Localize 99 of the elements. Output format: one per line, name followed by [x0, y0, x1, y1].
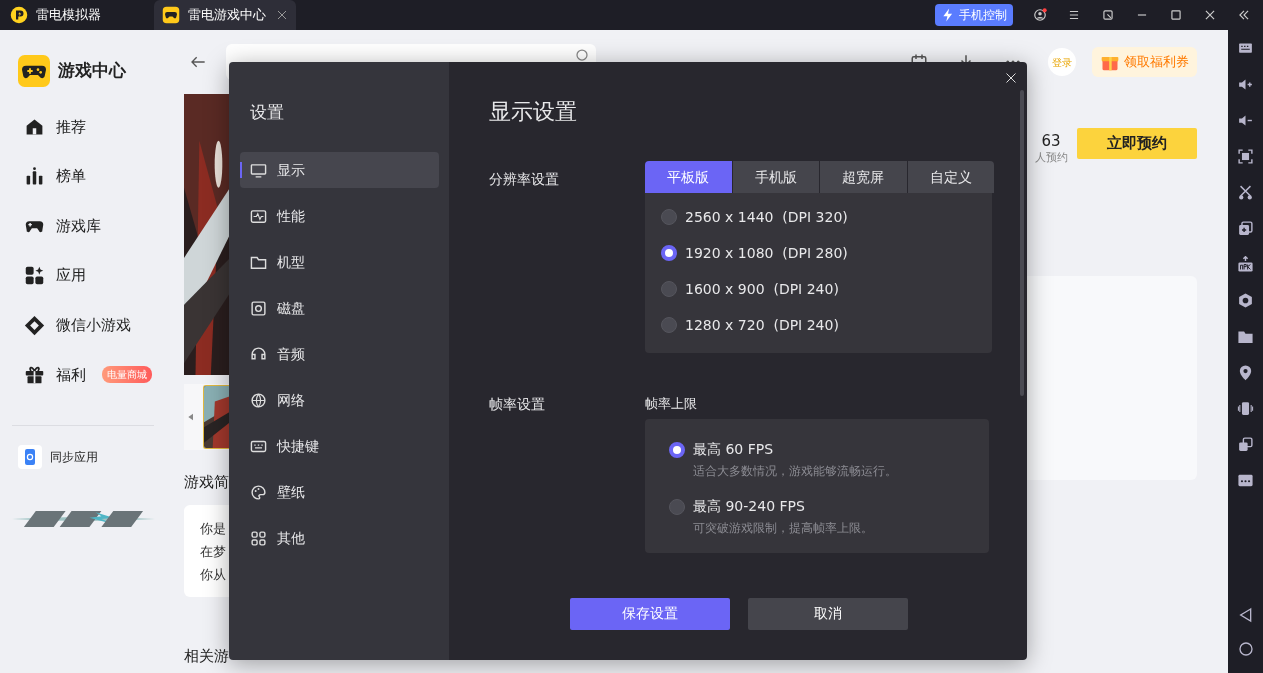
setting-label: 帧率设置: [489, 395, 546, 414]
app-logo-icon: [10, 6, 28, 24]
settings-menu-item[interactable]: 显示: [240, 152, 439, 188]
settings-menu-item[interactable]: 性能: [240, 198, 439, 234]
settings-menu-item[interactable]: 快捷键: [240, 428, 439, 464]
nav-label: 福利: [56, 364, 86, 386]
radio-button[interactable]: [661, 281, 677, 297]
nav-item[interactable]: 福利 电量商城: [0, 349, 170, 400]
app-name: 雷电模拟器: [36, 6, 102, 25]
option-label: 最高 90-240 FPS: [693, 496, 806, 516]
nav-item[interactable]: 应用: [0, 250, 170, 301]
bolt-icon: [941, 8, 955, 22]
intro-text: 你从: [200, 566, 227, 584]
cancel-button[interactable]: 取消: [748, 597, 908, 630]
globe-icon: [250, 391, 267, 409]
close-icon[interactable]: [1203, 8, 1217, 22]
nav-label: 游戏库: [56, 215, 101, 237]
nav-label: 应用: [56, 265, 86, 287]
apk-icon[interactable]: [1237, 256, 1254, 273]
resolution-tab[interactable]: 手机版: [732, 161, 819, 193]
fullscreen-icon[interactable]: [1237, 148, 1254, 165]
option-description: 可突破游戏限制，提高帧率上限。: [693, 519, 873, 537]
scroll-left-icon[interactable]: [187, 413, 195, 421]
more-icon[interactable]: [1237, 472, 1254, 489]
radio-button[interactable]: [661, 209, 677, 225]
option-label: 最高 60 FPS: [693, 439, 775, 459]
option-description: 适合大多数情况，游戏能够流畅运行。: [693, 462, 897, 480]
sidebar-title: 游戏中心: [58, 58, 126, 82]
nav-label: 推荐: [56, 116, 86, 138]
search-icon: [576, 49, 588, 61]
maximize-icon[interactable]: [1169, 8, 1183, 22]
sync-app-link[interactable]: 同步应用: [0, 425, 170, 469]
settings-menu-item[interactable]: 音频: [240, 336, 439, 372]
dialog-title: 设置: [250, 101, 285, 124]
nav-item[interactable]: 微信小游戏: [0, 300, 170, 350]
menu-icon[interactable]: [1067, 8, 1081, 22]
phone-control-button[interactable]: 手机控制: [935, 4, 1013, 26]
section-heading: 游戏简: [184, 472, 230, 493]
resolution-option[interactable]: 1600 x 900 (DPI 240): [661, 271, 992, 307]
frame-rate-option[interactable]: 最高 90-240 FPS 可突破游戏限制，提高帧率上限。: [669, 495, 989, 537]
vibrate-icon[interactable]: [1237, 400, 1254, 417]
gamepad-logo-icon: [18, 54, 50, 87]
resolution-tab[interactable]: 平板版: [645, 161, 732, 193]
sync-phone-icon: [18, 444, 42, 469]
tab-label: 雷电游戏中心: [188, 6, 267, 25]
settings-menu-item[interactable]: 网络: [240, 382, 439, 418]
home-circle-icon[interactable]: [1237, 641, 1254, 657]
user-icon[interactable]: [1033, 8, 1047, 22]
resolution-option[interactable]: 1280 x 720 (DPI 240): [661, 307, 992, 343]
settings-menu-item[interactable]: 磁盘: [240, 290, 439, 326]
scrollbar[interactable]: [1020, 90, 1024, 396]
radio-button[interactable]: [669, 441, 685, 458]
reserve-count: 63: [1041, 132, 1061, 150]
location-icon[interactable]: [1237, 364, 1254, 381]
radio-button[interactable]: [661, 317, 677, 333]
nav-item[interactable]: 推荐: [0, 102, 170, 152]
resolution-tab[interactable]: 超宽屏: [820, 161, 907, 193]
close-icon[interactable]: [276, 9, 288, 21]
dialog-heading: 显示设置: [489, 98, 578, 126]
gift-icon: [24, 364, 45, 386]
collapse-icon[interactable]: [1237, 8, 1251, 22]
intro-text: 你是: [200, 520, 227, 538]
save-button[interactable]: 保存设置: [570, 597, 730, 630]
settings-menu-item[interactable]: 其他: [240, 520, 439, 556]
grid-icon: [250, 529, 267, 547]
pulse-icon: [250, 207, 267, 225]
section-heading: 相关游: [184, 646, 230, 667]
intro-text: 在梦: [200, 543, 227, 561]
nav-label: 微信小游戏: [56, 314, 131, 336]
reserve-button[interactable]: 立即预约: [1077, 128, 1197, 159]
nav-item[interactable]: 榜单: [0, 151, 170, 202]
radio-button[interactable]: [669, 498, 685, 515]
back-arrow-icon[interactable]: [190, 54, 206, 70]
frame-rate-option[interactable]: 最高 60 FPS 适合大多数情况，游戏能够流畅运行。: [669, 438, 989, 480]
radio-button[interactable]: [661, 245, 677, 261]
back-icon[interactable]: [1237, 607, 1254, 623]
window-icon[interactable]: [1101, 8, 1115, 22]
palette-icon: [250, 483, 267, 501]
nav-item[interactable]: 游戏库: [0, 201, 170, 251]
bar-chart-icon: [24, 165, 45, 187]
reserve-label: 人预约: [1034, 150, 1068, 166]
scissors-icon[interactable]: [1237, 184, 1254, 201]
add-window-icon[interactable]: [1237, 220, 1254, 237]
apps-icon: [24, 265, 45, 287]
hexagon-icon[interactable]: [1237, 292, 1254, 309]
resolution-tab[interactable]: 自定义: [907, 161, 994, 193]
gamepad-icon: [162, 6, 180, 24]
resolution-option[interactable]: 2560 x 1440 (DPI 320): [661, 199, 992, 235]
setting-sublabel: 帧率上限: [645, 395, 698, 413]
nav-label: 榜单: [56, 166, 86, 188]
monitor-icon: [250, 161, 267, 179]
diamond-icon: [24, 314, 45, 336]
settings-menu-item[interactable]: 壁纸: [240, 474, 439, 510]
window-tab[interactable]: 雷电游戏中心: [154, 0, 296, 30]
shop-badge: 电量商城: [102, 366, 152, 384]
resolution-option[interactable]: 1920 x 1080 (DPI 280): [661, 235, 992, 271]
setting-label: 分辨率设置: [489, 170, 560, 189]
rotate-icon[interactable]: [1237, 436, 1254, 453]
settings-menu-item[interactable]: 机型: [240, 244, 439, 280]
